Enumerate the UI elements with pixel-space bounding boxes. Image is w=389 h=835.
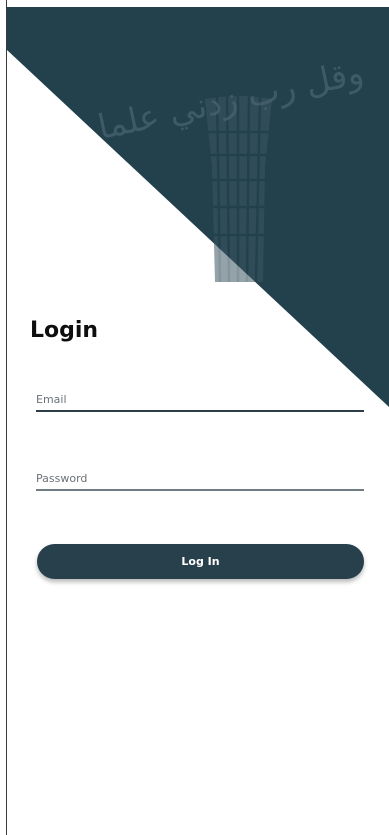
- login-button[interactable]: Log In: [37, 544, 364, 579]
- status-bar-area: [0, 0, 389, 7]
- password-input[interactable]: [36, 472, 364, 491]
- login-screen: وقل رب زدني علما Login Log In: [0, 0, 389, 835]
- email-field: [36, 393, 364, 412]
- login-title: Login: [30, 318, 99, 343]
- header-graphic: وقل رب زدني علما: [7, 7, 389, 407]
- email-input[interactable]: [36, 393, 364, 412]
- password-field: [36, 472, 364, 491]
